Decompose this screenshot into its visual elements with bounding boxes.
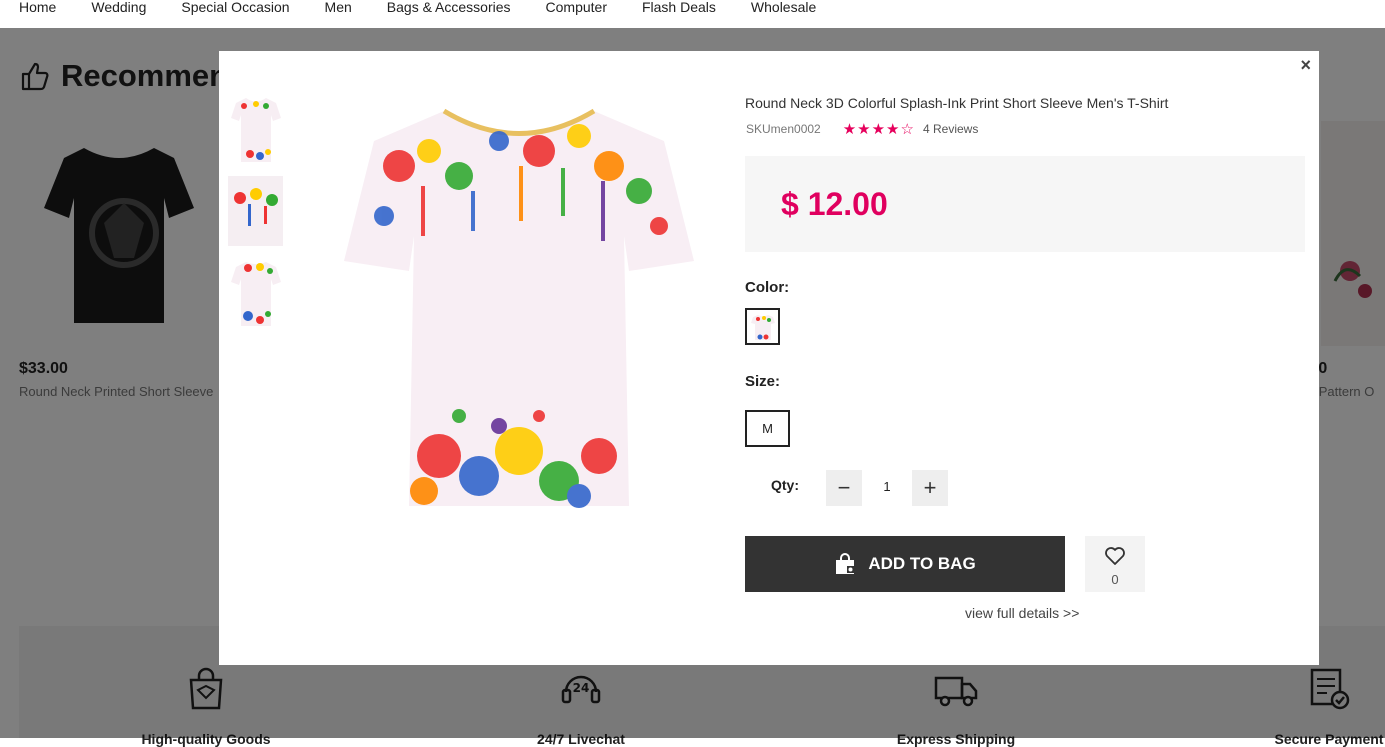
add-to-bag-button[interactable]: ADD TO BAG [745,536,1065,592]
product-title: Round Neck 3D Colorful Splash-Ink Print … [745,95,1169,111]
reviews-link[interactable]: 4 Reviews [923,122,978,136]
nav-item-men[interactable]: Men [325,0,352,14]
close-button[interactable]: × [1300,55,1311,76]
color-label: Color: [745,279,790,296]
wishlist-count: 0 [1111,572,1119,587]
view-full-details-link[interactable]: view full details >> [965,605,1079,621]
thumbnail-3[interactable] [228,257,283,329]
tshirt-thumbnail-image [230,98,281,162]
thumbnail-1[interactable] [228,93,283,165]
qty-label: Qty: [771,477,799,493]
rating-stars: ★★★★☆ [842,121,915,138]
heart-icon [1105,547,1125,565]
splash-ink-tshirt-image [344,108,694,508]
thumbnail-2[interactable] [228,175,283,247]
color-swatch[interactable] [745,308,780,345]
size-label: Size: [745,373,781,390]
quick-view-modal: × Round Neck 3D Colorful Splash-Ink Prin… [219,51,1319,665]
main-product-image[interactable] [339,96,699,521]
nav-item-flash-deals[interactable]: Flash Deals [642,0,716,14]
color-swatch-image [750,314,775,340]
product-price: $ 12.00 [781,186,888,222]
nav-item-wedding[interactable]: Wedding [91,0,146,14]
qty-input[interactable]: 1 [882,479,892,494]
tshirt-closeup-thumbnail-image [228,176,283,246]
qty-increase-button[interactable]: + [912,470,948,506]
thumbnail-list [228,93,283,329]
nav-item-home[interactable]: Home [19,0,56,14]
top-navigation: Home Wedding Special Occasion Men Bags &… [0,0,1385,28]
price-box: $ 12.00 [745,156,1305,252]
sku-text: SKUmen0002 [746,122,821,136]
nav-item-wholesale[interactable]: Wholesale [751,0,816,14]
add-to-bag-label: ADD TO BAG [868,554,976,573]
product-meta: SKUmen0002 ★★★★☆ 4 Reviews [746,120,978,138]
nav-item-computer[interactable]: Computer [546,0,607,14]
tshirt-back-thumbnail-image [230,262,281,326]
size-option-m[interactable]: M [745,410,790,447]
nav-item-bags-accessories[interactable]: Bags & Accessories [387,0,511,14]
bag-icon [836,553,855,574]
nav-item-special-occasion[interactable]: Special Occasion [181,0,289,14]
qty-decrease-button[interactable]: − [826,470,862,506]
wishlist-button[interactable]: 0 [1085,536,1145,592]
